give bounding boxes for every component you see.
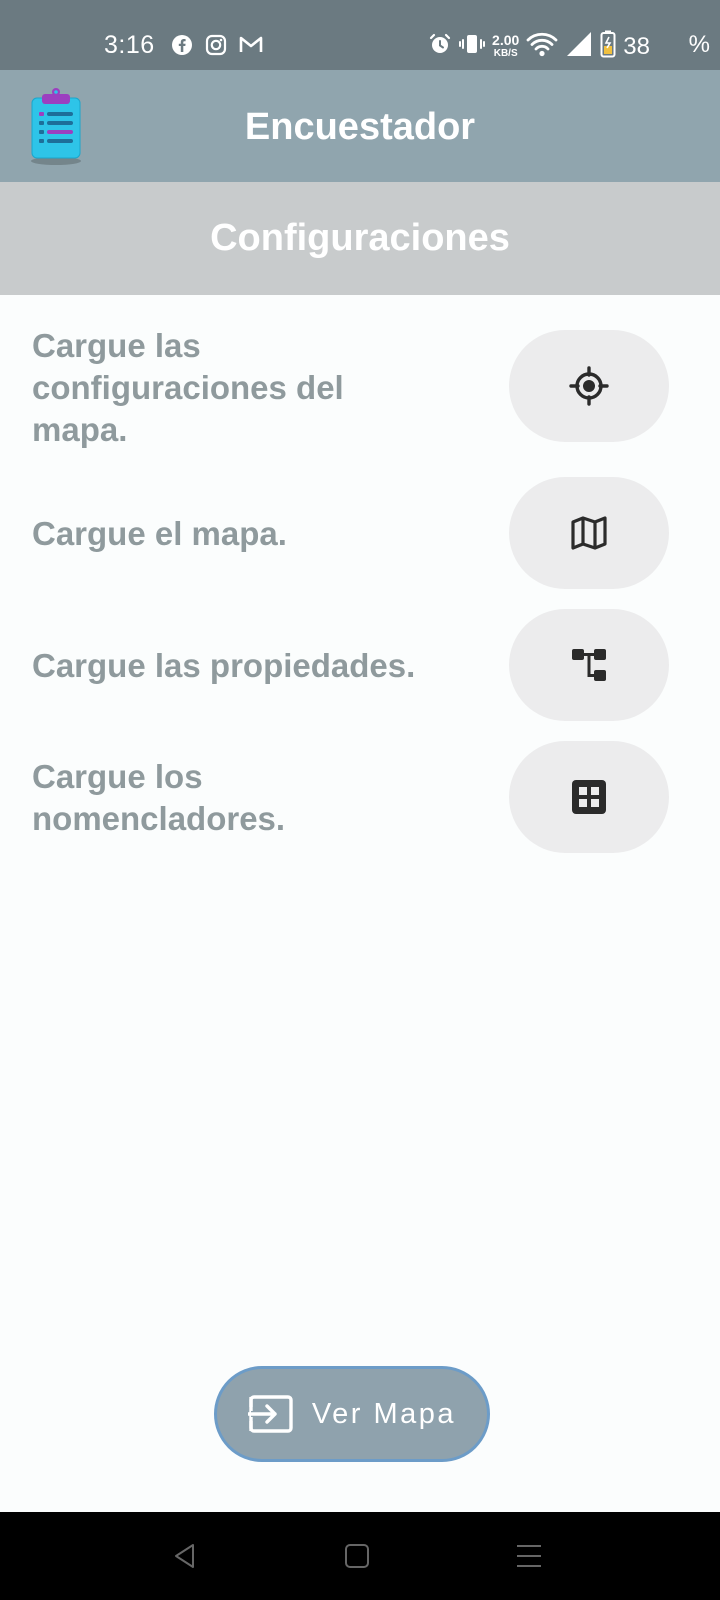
battery-percent: 38 bbox=[623, 32, 650, 60]
speed-value: 2.00 bbox=[492, 31, 520, 48]
instagram-icon bbox=[205, 34, 227, 61]
battery-unit: % bbox=[688, 31, 710, 58]
config-label-map-settings: Cargue las configuraciones del mapa. bbox=[32, 327, 344, 448]
wifi-icon bbox=[526, 31, 558, 62]
vibrate-icon bbox=[459, 32, 486, 61]
nav-home-button[interactable] bbox=[297, 1512, 417, 1600]
section-header: Configuraciones bbox=[0, 182, 720, 295]
back-triangle-icon bbox=[175, 1544, 194, 1568]
tree-structure-icon bbox=[572, 649, 606, 681]
section-title: Configuraciones bbox=[210, 217, 510, 259]
system-nav-bar bbox=[0, 1512, 720, 1600]
network-speed: 2.00 KB/S bbox=[492, 31, 520, 60]
signal-icon bbox=[565, 31, 593, 62]
load-map-settings-button[interactable] bbox=[509, 330, 669, 442]
ver-mapa-button[interactable]: Ver Mapa bbox=[214, 1366, 490, 1462]
gmail-icon bbox=[239, 34, 263, 61]
speed-unit: KB/S bbox=[493, 47, 518, 59]
gps-target-icon bbox=[569, 366, 609, 406]
load-nomenclators-button[interactable] bbox=[509, 741, 669, 853]
config-label-properties: Cargue las propiedades. bbox=[32, 647, 416, 684]
status-bar: 3:16 2.00 KB/S 38 % bbox=[0, 0, 720, 70]
home-square-icon bbox=[345, 1544, 369, 1568]
load-map-button[interactable] bbox=[509, 477, 669, 589]
app-title: Encuestador bbox=[244, 106, 476, 148]
notification-icons bbox=[171, 34, 263, 61]
map-icon bbox=[571, 516, 607, 550]
status-time: 3:16 bbox=[104, 31, 155, 59]
alarm-icon bbox=[428, 32, 452, 61]
nav-back-button[interactable] bbox=[125, 1512, 245, 1600]
config-label-nomenclators: Cargue los nomencladores. bbox=[32, 758, 286, 837]
ver-mapa-label: Ver Mapa bbox=[311, 1397, 457, 1430]
enter-arrow-icon bbox=[247, 1395, 293, 1433]
app-bar: Encuestador bbox=[0, 70, 720, 182]
config-label-map: Cargue el mapa. bbox=[32, 515, 287, 552]
status-right: 2.00 KB/S 38 bbox=[428, 30, 650, 63]
battery-icon bbox=[600, 30, 616, 63]
grid-icon bbox=[572, 780, 606, 814]
load-properties-button[interactable] bbox=[509, 609, 669, 721]
facebook-icon bbox=[171, 34, 193, 61]
menu-lines-icon bbox=[517, 1545, 541, 1567]
nav-menu-button[interactable] bbox=[469, 1512, 589, 1600]
